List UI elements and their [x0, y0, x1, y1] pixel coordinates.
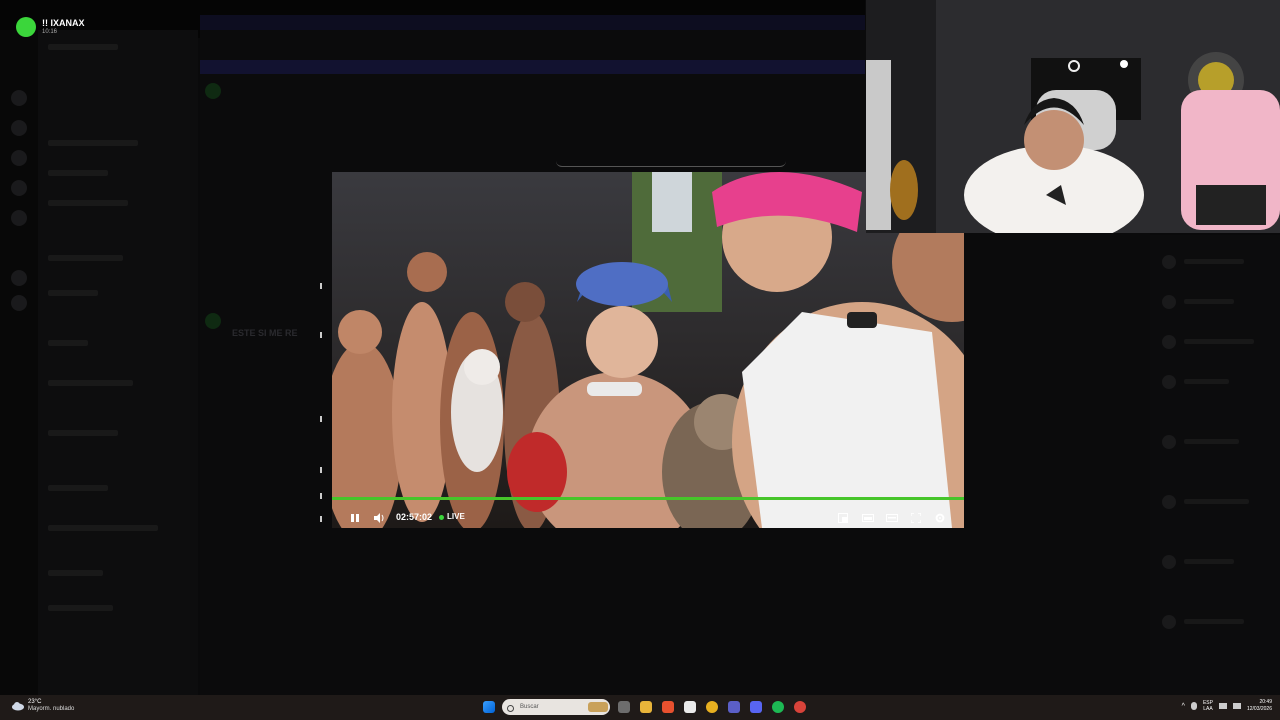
- channel-item[interactable]: [48, 340, 88, 346]
- system-tray: ^ ESP LAA 20:49 12/03/2026: [1182, 699, 1272, 713]
- lang-bottom: LAA: [1203, 706, 1213, 712]
- start-icon[interactable]: [483, 701, 495, 713]
- member-name: [1184, 259, 1244, 264]
- picture-in-picture-icon[interactable]: [886, 510, 898, 522]
- member-avatar[interactable]: [1162, 615, 1176, 629]
- theater-icon[interactable]: [862, 510, 874, 522]
- server-icon[interactable]: [11, 120, 27, 136]
- avatar: [16, 17, 36, 37]
- search-icon: [507, 705, 514, 712]
- channel-item[interactable]: [48, 255, 123, 261]
- discord-icon[interactable]: [750, 701, 762, 713]
- clock-time: 20:49: [1259, 699, 1272, 705]
- taskbar: 23°C Mayorm. nublado Buscar ^ ESP LAA 20…: [0, 695, 1280, 720]
- channel-item[interactable]: [48, 570, 103, 576]
- notification-user: !! IXANAX: [42, 18, 85, 28]
- channel-item[interactable]: [48, 200, 128, 206]
- message-avatar: [205, 313, 221, 329]
- miniplayer-icon[interactable]: [838, 510, 850, 523]
- channel-item[interactable]: [48, 430, 118, 436]
- pause-icon[interactable]: [350, 510, 362, 522]
- member-name: [1184, 559, 1234, 564]
- clock-date: 12/03/2026: [1246, 706, 1272, 712]
- member-avatar[interactable]: [1162, 335, 1176, 349]
- member-avatar[interactable]: [1162, 435, 1176, 449]
- voice-notification[interactable]: !! IXANAX 10:16: [16, 17, 85, 37]
- server-icon[interactable]: [11, 180, 27, 196]
- weather-temp: 23°C: [28, 699, 42, 705]
- scroll-marker: [320, 493, 322, 499]
- search-highlight-icon: [588, 702, 608, 712]
- member-name: [1184, 439, 1239, 444]
- member-avatar[interactable]: [1162, 295, 1176, 309]
- volume-icon[interactable]: [373, 510, 385, 523]
- language-indicator[interactable]: ESP LAA: [1203, 700, 1213, 712]
- server-icon[interactable]: [11, 210, 27, 226]
- channel-item[interactable]: [48, 140, 138, 146]
- member-avatar[interactable]: [1162, 255, 1176, 269]
- chat-banner: [200, 60, 865, 74]
- webcam-overlay: [866, 0, 1280, 233]
- channel-item[interactable]: [48, 290, 98, 296]
- member-avatar[interactable]: [1162, 375, 1176, 389]
- player-handle[interactable]: [556, 160, 786, 167]
- chrome-alt-icon[interactable]: [794, 701, 806, 713]
- scroll-marker: [320, 416, 322, 422]
- member-list: [1150, 235, 1280, 695]
- spotify-icon[interactable]: [772, 701, 784, 713]
- message-avatar: [205, 83, 221, 99]
- member-name: [1184, 379, 1229, 384]
- teams-icon[interactable]: [728, 701, 740, 713]
- fullscreen-icon[interactable]: [910, 510, 923, 524]
- member-name: [1184, 339, 1254, 344]
- volume-icon[interactable]: [1232, 703, 1241, 709]
- chat-message-ghost: ESTE SI ME RE: [232, 328, 298, 338]
- scroll-marker: [320, 516, 322, 522]
- scroll-marker: [320, 332, 322, 338]
- server-list: [0, 30, 38, 695]
- scroll-marker: [320, 283, 322, 289]
- channel-item[interactable]: [48, 605, 113, 611]
- member-avatar[interactable]: [1162, 495, 1176, 509]
- clock[interactable]: 20:49 12/03/2026: [1247, 699, 1272, 713]
- live-dot-icon: [439, 514, 444, 520]
- member-avatar[interactable]: [1162, 555, 1176, 569]
- weather-desc: Mayorm. nublado: [28, 706, 75, 712]
- server-icon[interactable]: [11, 90, 27, 106]
- member-name: [1184, 499, 1249, 504]
- weather-widget[interactable]: 23°C Mayorm. nublado: [12, 699, 74, 713]
- store-icon[interactable]: [684, 701, 696, 713]
- task-view-icon[interactable]: [618, 701, 630, 713]
- server-icon[interactable]: [11, 150, 27, 166]
- folder-icon[interactable]: [640, 701, 652, 713]
- channel-item[interactable]: [48, 380, 133, 386]
- chrome-icon[interactable]: [706, 701, 718, 713]
- search-placeholder: Buscar: [520, 704, 539, 710]
- notification-time: 10:16: [42, 29, 58, 35]
- channel-sidebar: [38, 30, 198, 695]
- cloud-icon: [12, 702, 24, 711]
- member-name: [1184, 619, 1244, 624]
- settings-gear-icon[interactable]: [935, 510, 947, 523]
- live-badge: LIVE: [439, 511, 465, 523]
- channel-item[interactable]: [48, 485, 108, 491]
- server-icon[interactable]: [11, 270, 27, 286]
- live-label: LIVE: [447, 512, 465, 521]
- channel-item[interactable]: [48, 525, 158, 531]
- mic-icon[interactable]: [1190, 702, 1197, 710]
- elapsed-time: 02:57:02: [396, 512, 433, 522]
- channel-item[interactable]: [48, 44, 118, 50]
- scroll-marker: [320, 467, 322, 473]
- network-icon[interactable]: [1218, 703, 1227, 709]
- member-name: [1184, 299, 1234, 304]
- brave-icon[interactable]: [662, 701, 674, 713]
- progress-bar[interactable]: [332, 497, 964, 500]
- server-icon[interactable]: [11, 295, 27, 311]
- channel-item[interactable]: [48, 170, 108, 176]
- chevron-up-icon[interactable]: ^: [1182, 703, 1185, 710]
